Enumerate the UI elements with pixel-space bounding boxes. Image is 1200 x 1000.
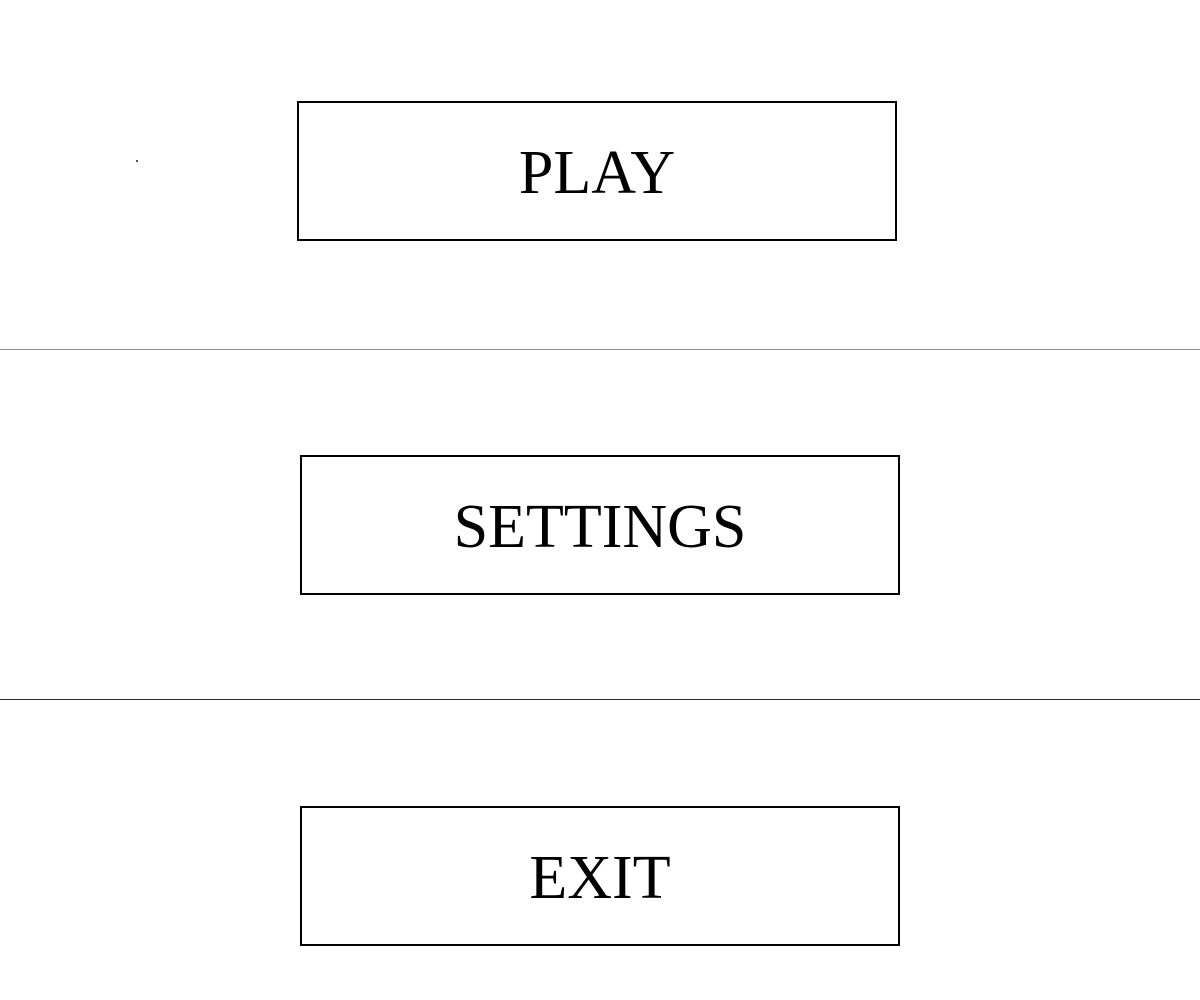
play-button-label: PLAY bbox=[518, 139, 676, 207]
settings-button[interactable]: SETTINGS bbox=[300, 455, 900, 595]
exit-button-label: EXIT bbox=[529, 844, 671, 912]
stray-dot bbox=[136, 160, 138, 162]
exit-button[interactable]: EXIT bbox=[300, 806, 900, 946]
settings-button-label: SETTINGS bbox=[453, 493, 747, 561]
play-button[interactable]: PLAY bbox=[297, 101, 897, 241]
main-menu: PLAY SETTINGS EXIT bbox=[0, 0, 1200, 1000]
divider-bottom bbox=[0, 699, 1200, 700]
divider-top bbox=[0, 349, 1200, 350]
